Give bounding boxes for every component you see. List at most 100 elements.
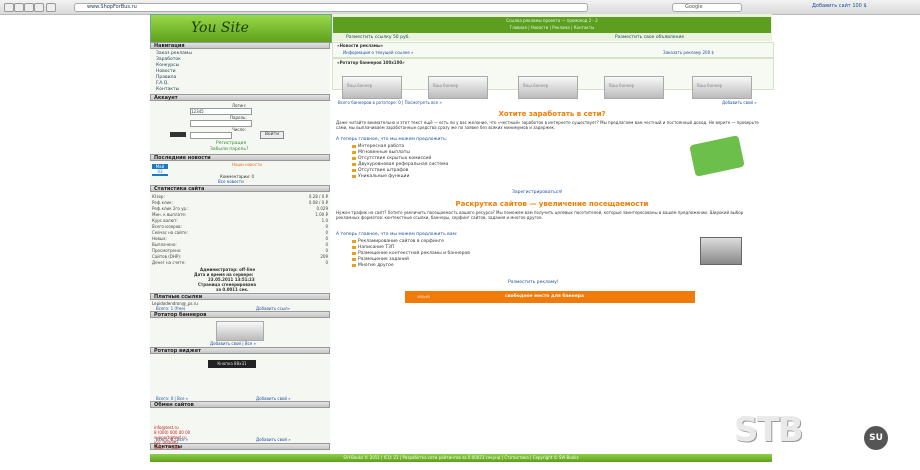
earn-title: Хотите заработать в сети?: [498, 110, 606, 118]
earn-item-1: Интересная работа: [351, 144, 405, 149]
stat-row: Сейчас на сайте: 0: [150, 230, 332, 235]
nav-title: Навигация: [150, 42, 330, 49]
widget-title: Ротатор виджет: [150, 347, 330, 354]
widget-button[interactable]: Кнопка 88x31: [208, 360, 256, 368]
rotator-banner-1-text: Ваш баннер: [347, 83, 373, 88]
news-day: 03: [152, 169, 168, 174]
banner-rotator-title: Ротатор баннеров: [150, 311, 330, 318]
password-input[interactable]: [190, 120, 252, 127]
forward-button[interactable]: [14, 3, 24, 12]
ads-news-panel: «Новости рекламы» Информация о текущей с…: [332, 42, 774, 58]
header-top-line: Ссылка рекламы проекта — промокод 2 - 2: [506, 18, 598, 23]
captcha-input[interactable]: [190, 132, 232, 139]
nav-item-ads[interactable]: Заказ рекламы: [156, 51, 192, 56]
captcha-image: [170, 132, 186, 137]
bookmark-link[interactable]: Добавить сайт 100 $: [812, 3, 867, 9]
stat-label: Реф.клик 2го ур.:: [152, 206, 189, 211]
stat-row: Просмотрено: 0: [150, 248, 332, 253]
stat-label: Выплачено:: [152, 242, 177, 247]
earn-item-2: Мгновенные выплаты: [352, 150, 410, 155]
stat-label: Сейчас на сайте:: [152, 230, 188, 235]
rotator-banner-2-text: Ваш баннер: [433, 83, 459, 88]
search-placeholder: Google: [685, 4, 703, 10]
stat-value: 0.08 / 0 ₽: [308, 200, 328, 205]
stat-label: Просмотрено:: [152, 248, 182, 253]
site-logo[interactable]: You Site: [150, 14, 332, 43]
forgot-link[interactable]: Забыли пароль?: [210, 147, 248, 152]
search-bar[interactable]: Google: [672, 3, 742, 12]
stat-value: 209: [320, 254, 328, 259]
stat-row: Мин. к выплате: 1.00 ₽: [150, 212, 332, 217]
stats-title: Статистика сайта: [150, 185, 330, 192]
ads-news-order[interactable]: Заказать рекламу 200 $: [663, 50, 714, 55]
earn-item-4: Двухуровневая реферальная система: [351, 162, 449, 167]
rotator-banner-3[interactable]: Ваш баннер: [518, 76, 578, 99]
stat-row: Новых: 0: [150, 236, 332, 241]
stat-row: Курс валют: 1.0: [150, 218, 332, 223]
rotator-add[interactable]: Добавить свой »: [722, 100, 757, 105]
earn-offer: А теперь главное, что мы можем предложит…: [336, 137, 448, 142]
browser-toolbar: www.ShopForBus.ru Google Добавить сайт 1…: [0, 0, 920, 15]
rotator-banner-1[interactable]: Ваш баннер: [342, 76, 402, 99]
earn-item-5: Отсутствие штрафов: [351, 168, 409, 173]
stat-label: Новых:: [152, 236, 167, 241]
news-all-link[interactable]: Все новости: [218, 179, 244, 184]
stat-row: Выплачено: 0: [150, 242, 332, 247]
watermark-logo: STB: [734, 410, 804, 450]
promo-offer: А теперь главное, что мы можем предложит…: [336, 232, 458, 237]
rotator-banner-3-text: Ваш баннер: [523, 83, 549, 88]
register-link[interactable]: Регистрация: [216, 141, 246, 146]
promo-item-1: Рекламирование сайтов в серфинге: [352, 239, 444, 244]
header-right-link[interactable]: Разместить свое объявление: [615, 35, 684, 40]
stat-value: 1.00 ₽: [315, 212, 328, 217]
main-content: «Новости рекламы» Информация о текущей с…: [332, 42, 774, 454]
stat-row: Реф.клик: 0.08 / 0 ₽: [150, 200, 332, 205]
ads-news-link[interactable]: Информация о текущей ссылке »: [343, 50, 414, 55]
address-text: www.ShopForBus.ru: [87, 4, 137, 10]
news-link[interactable]: Наши новости: [232, 162, 262, 167]
earn-item-6: Уникальные функции: [351, 174, 410, 179]
rotator-banner-4-text: Ваш баннер: [609, 83, 635, 88]
login-value: 12345: [191, 109, 204, 114]
stop-button[interactable]: [34, 3, 44, 12]
nav-item-faq[interactable]: F.A.Q.: [156, 81, 169, 86]
nav-item-earn[interactable]: Заработок: [156, 57, 181, 62]
stats-gen-time: за 0.0011 сек.: [216, 287, 249, 292]
promo-item-4: Размещение заданий: [352, 257, 409, 262]
nav-item-news[interactable]: Новости: [156, 69, 176, 74]
sidebar-banner[interactable]: [216, 321, 264, 341]
back-button[interactable]: [4, 3, 14, 12]
login-input[interactable]: 12345: [190, 108, 252, 115]
surf-add[interactable]: Добавить свой »: [256, 437, 291, 442]
rotator-banner-5[interactable]: Ваш баннер: [692, 76, 752, 99]
account-title: Аккаунт: [150, 94, 330, 101]
rotator-banner-2[interactable]: Ваш баннер: [428, 76, 488, 99]
home-button[interactable]: [46, 3, 56, 12]
earn-register-link[interactable]: Зарегистрироваться!: [512, 190, 563, 195]
nav-item-contests[interactable]: Конкурсы: [156, 63, 179, 68]
rotator-total[interactable]: Всего баннеров в ротаторе: 0 | Посмотрет…: [338, 100, 442, 105]
stat-value: 1.0: [321, 218, 328, 223]
rotator-banner-4[interactable]: Ваш баннер: [604, 76, 664, 99]
reload-button[interactable]: [24, 3, 34, 12]
logo-text: You Site: [191, 20, 249, 36]
promo-link[interactable]: Разместить рекламу!: [508, 280, 559, 285]
login-button[interactable]: Войти: [260, 131, 284, 139]
nav-item-contacts[interactable]: Контакты: [156, 87, 179, 92]
stat-row: Сайтов (DHP): 209: [150, 254, 332, 259]
orange-ad-bar[interactable]: 468x60 свободное место для баннера: [405, 291, 695, 303]
header-banner: Ссылка рекламы проекта — промокод 2 - 2 …: [333, 17, 771, 33]
stat-value: 0: [325, 224, 328, 229]
nav-item-rules[interactable]: Правила: [156, 75, 176, 80]
stat-value: 0: [325, 260, 328, 265]
sidebar-banner-add[interactable]: Добавить свой | Все »: [210, 341, 256, 346]
rotator-banner-5-text: Ваш баннер: [697, 83, 723, 88]
earn-text: Даже читайте внимательно и этот текст ещ…: [336, 120, 759, 130]
contact-item[interactable]: Web. -> сайт: [154, 445, 181, 450]
stat-label: Денег на счете:: [152, 260, 186, 265]
rotator-title: «Ротатор баннеров 100x100»: [337, 60, 405, 65]
stat-label: Мин. к выплате:: [152, 212, 187, 217]
address-bar[interactable]: www.ShopForBus.ru: [74, 3, 588, 12]
header-left-link[interactable]: Разместить ссылку 50 руб.: [346, 35, 410, 40]
stat-label: Реф.клик:: [152, 200, 173, 205]
